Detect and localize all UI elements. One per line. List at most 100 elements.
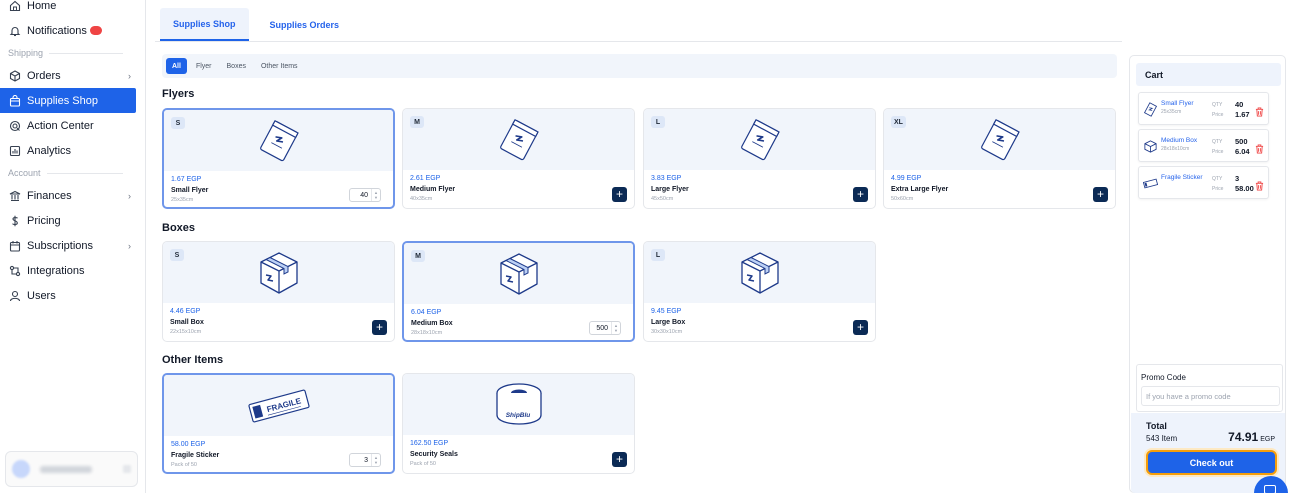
size-badge: S [171,117,185,129]
trash-icon[interactable] [1255,104,1264,117]
add-to-cart-button[interactable]: + [372,320,387,335]
product-name: Small Flyer [171,187,209,194]
chevron-right-icon: › [128,240,131,251]
box-illustration [493,248,545,300]
cart-item-qty: 3 [1235,174,1240,183]
checkout-button[interactable]: Check out [1146,450,1277,475]
box-illustration [253,247,305,299]
quantity-value: 3 [364,456,368,464]
menu-icon[interactable] [123,465,131,473]
plus-icon: + [375,320,383,334]
product-card[interactable]: L 3.83 EGP Large Flyer 45x50cm + [643,108,876,209]
total-currency: EGP [1260,436,1275,443]
sidebar-item-orders[interactable]: Orders › [0,63,145,88]
filter-chip-boxes[interactable]: Boxes [221,58,252,74]
product-card[interactable]: S 1.67 EGP Small Flyer 25x35cm 40 ▲ ▼ [162,108,395,209]
product-card[interactable]: L 9.45 EGP Large Box 30x30x10cm + [643,241,876,342]
quantity-stepper[interactable]: 3 ▲ ▼ [349,453,381,467]
trash-icon[interactable] [1255,141,1264,154]
add-to-cart-button[interactable]: + [1093,187,1108,202]
filter-chip-other-items[interactable]: Other Items [255,58,304,74]
trash-icon[interactable] [1255,178,1264,191]
quantity-stepper[interactable]: 40 ▲ ▼ [349,188,381,202]
product-price: 4.99 EGP [891,175,922,182]
tab-supplies-shop[interactable]: Supplies Shop [160,8,249,41]
dollar-icon [8,214,21,227]
product-name: Large Flyer [651,186,689,193]
sidebar-item-label: Supplies Shop [27,94,98,107]
sidebar-item-notifications[interactable]: Notifications [0,18,145,43]
sidebar-item-subscriptions[interactable]: Subscriptions › [0,233,145,258]
quantity-value: 40 [360,191,368,199]
chart-icon [8,144,21,157]
sidebar-item-label: Pricing [27,214,61,227]
bag-icon [8,94,21,107]
quantity-stepper[interactable]: 500 ▲ ▼ [589,321,621,335]
sidebar-item-analytics[interactable]: Analytics [0,138,145,163]
sidebar-item-users[interactable]: Users [0,283,145,308]
cart-title: Cart [1136,63,1281,86]
product-card[interactable]: FRAGILE 58.00 EGP Fragile Sticker Pack of 5… [162,373,395,474]
product-dimensions: 22x15x10cm [170,329,202,335]
add-to-cart-button[interactable]: + [612,187,627,202]
product-dimensions: 28x18x10cm [411,330,443,336]
items-count: 543 Item [1146,434,1178,443]
product-card[interactable]: ShipBlu 162.50 EGP Security Seals Pack of 5… [402,373,635,474]
product-price: 162.50 EGP [410,440,449,447]
box-illustration [734,247,786,299]
target-icon [8,119,21,132]
section-title-boxes: Boxes [162,222,196,234]
product-dimensions: Pack of 50 [171,462,197,468]
cart-item: Fragile Sticker QTY Price 3 58.00 [1138,166,1269,199]
flyer-illustration [253,115,305,167]
product-price: 58.00 EGP [171,441,206,448]
filter-chip-flyer[interactable]: Flyer [190,58,218,74]
sidebar-item-finances[interactable]: Finances › [0,183,145,208]
tab-supplies-orders[interactable]: Supplies Orders [257,8,353,41]
promo-code-input[interactable] [1141,386,1280,406]
sticker-thumbnail-icon [1142,176,1159,191]
sidebar-item-pricing[interactable]: Pricing [0,208,145,233]
svg-text:ShipBlu: ShipBlu [505,412,530,419]
product-name: Extra Large Flyer [891,186,949,193]
add-to-cart-button[interactable]: + [612,452,627,467]
user-profile-chip[interactable] [5,451,138,487]
flyer-illustration [974,114,1026,166]
other-illustration: FRAGILE [247,380,310,432]
add-to-cart-button[interactable]: + [853,320,868,335]
other-illustration: ShipBlu [493,379,545,431]
product-card[interactable]: M 2.61 EGP Medium Flyer 40x35cm + [402,108,635,209]
product-card[interactable]: XL 4.99 EGP Extra Large Flyer 50x60cm + [883,108,1116,209]
cart-item-dimensions: 28x18x10cm [1161,146,1190,152]
sidebar: Home Notifications Shipping Orders › Suppli… [0,0,146,493]
cart-item-name: Fragile Sticker [1161,174,1203,181]
product-card[interactable]: S 4.46 EGP Small Box 22x15x10cm + [162,241,395,342]
stepper-arrows-icon[interactable]: ▲ ▼ [371,454,380,466]
filter-chip-all[interactable]: All [166,58,187,74]
sidebar-item-supplies-shop[interactable]: Supplies Shop [0,88,136,113]
cart-item-name: Small Flyer [1161,100,1194,107]
stepper-arrows-icon[interactable]: ▲ ▼ [371,189,380,201]
home-icon [8,0,21,12]
product-name: Medium Flyer [410,186,456,193]
qty-label: QTY [1212,176,1223,182]
filter-bar: All Flyer Boxes Other Items [162,54,1117,78]
product-card[interactable]: M 6.04 EGP Medium Box 28x18x10cm 500 ▲ ▼ [402,241,635,342]
product-image: M [403,109,634,170]
product-dimensions: 50x60cm [891,196,914,202]
add-to-cart-button[interactable]: + [853,187,868,202]
size-badge: XL [891,116,906,128]
stepper-arrows-icon[interactable]: ▲ ▼ [611,322,620,334]
sidebar-item-integrations[interactable]: Integrations [0,258,145,283]
sidebar-item-home[interactable]: Home [0,0,145,18]
product-dimensions: 25x35cm [171,197,194,203]
cart-item-dimensions: 25x35cm [1161,109,1182,115]
plus-icon: + [856,320,864,334]
product-dimensions: 45x50cm [651,196,674,202]
plus-icon: + [856,187,864,201]
price-label: Price [1212,149,1224,155]
size-badge: L [651,116,665,128]
product-name: Fragile Sticker [171,452,220,459]
sidebar-item-action-center[interactable]: Action Center [0,113,145,138]
product-price: 6.04 EGP [411,309,442,316]
